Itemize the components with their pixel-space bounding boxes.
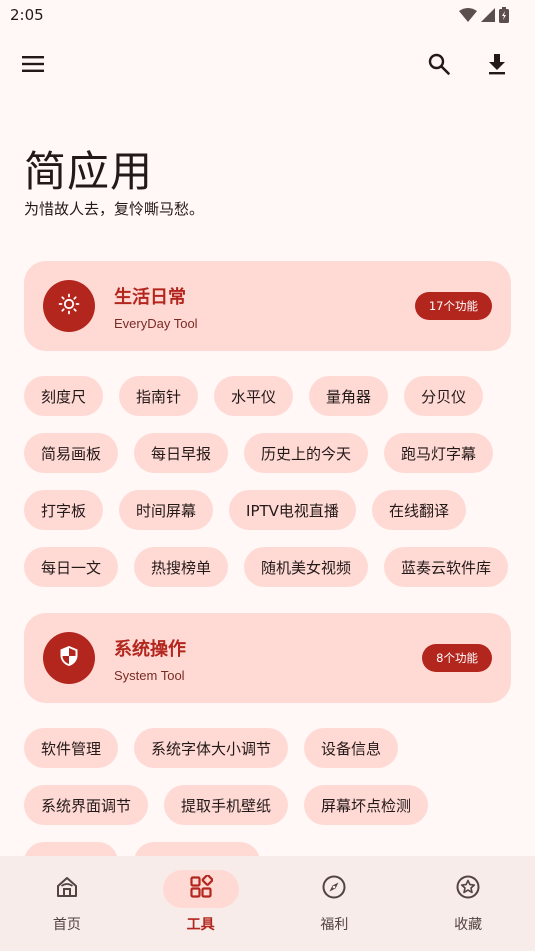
section-count-badge: 8个功能 bbox=[422, 644, 492, 672]
section-title: 系统操作 bbox=[114, 639, 186, 660]
chip-system-ui[interactable]: 系统界面调节 bbox=[24, 785, 149, 825]
menu-button[interactable] bbox=[15, 48, 51, 84]
chip-lanzou-library[interactable]: 蓝奏云软件库 bbox=[384, 547, 509, 587]
tool-list[interactable]: 生活日常 EveryDay Tool 17个功能 刻度尺 指南针 水平仪 量角器… bbox=[0, 240, 535, 856]
chip-sketchpad[interactable]: 简易画板 bbox=[24, 433, 119, 473]
nav-welfare[interactable]: 福利 bbox=[268, 856, 402, 951]
chip-dead-pixel-test[interactable]: 屏幕坏点检测 bbox=[304, 785, 429, 825]
section-subtitle: System Tool bbox=[114, 668, 185, 683]
status-icons bbox=[459, 7, 509, 23]
section-count-badge: 17个功能 bbox=[414, 292, 492, 320]
menu-icon bbox=[21, 55, 45, 77]
chip-protractor[interactable]: 量角器 bbox=[309, 376, 389, 416]
section-title: 生活日常 bbox=[114, 287, 186, 308]
download-button[interactable] bbox=[479, 48, 515, 84]
section-card-system[interactable]: 系统操作 System Tool 8个功能 bbox=[24, 613, 511, 703]
compass-icon bbox=[321, 874, 347, 904]
chip-level[interactable]: 水平仪 bbox=[214, 376, 294, 416]
chip-row: 每日一文 热搜榜单 随机美女视频 蓝奏云软件库 bbox=[24, 547, 509, 587]
star-icon bbox=[455, 874, 481, 904]
chip-daily-article[interactable]: 每日一文 bbox=[24, 547, 119, 587]
nav-label: 工具 bbox=[186, 917, 215, 933]
chip-typing-board[interactable]: 打字板 bbox=[24, 490, 104, 530]
search-icon bbox=[428, 53, 450, 79]
nav-indicator bbox=[29, 870, 105, 908]
search-button[interactable] bbox=[421, 48, 457, 84]
chip-row bbox=[24, 842, 260, 856]
nav-label: 首页 bbox=[52, 917, 81, 933]
nav-indicator bbox=[430, 870, 506, 908]
shield-icon bbox=[59, 645, 79, 671]
wifi-icon bbox=[459, 8, 477, 22]
chip-hot-search[interactable]: 热搜榜单 bbox=[134, 547, 229, 587]
page-title: 简应用 bbox=[24, 147, 154, 196]
chip-ruler[interactable]: 刻度尺 bbox=[24, 376, 104, 416]
sun-icon bbox=[58, 293, 80, 319]
nav-label: 收藏 bbox=[454, 917, 483, 933]
chip-daily-news[interactable]: 每日早报 bbox=[134, 433, 229, 473]
page-subtitle: 为惜故人去，复怜嘶马愁。 bbox=[24, 200, 205, 218]
chip-time-screen[interactable]: 时间屏幕 bbox=[119, 490, 214, 530]
chip-partial[interactable] bbox=[134, 842, 260, 856]
nav-favorites[interactable]: 收藏 bbox=[401, 856, 535, 951]
section-icon-everyday bbox=[43, 280, 95, 332]
battery-icon bbox=[499, 7, 509, 23]
grid-icon bbox=[189, 874, 214, 903]
chip-wallpaper-extract[interactable]: 提取手机壁纸 bbox=[164, 785, 289, 825]
chip-app-manager[interactable]: 软件管理 bbox=[24, 728, 119, 768]
chip-row: 系统界面调节 提取手机壁纸 屏幕坏点检测 bbox=[24, 785, 429, 825]
chip-iptv[interactable]: IPTV电视直播 bbox=[229, 490, 356, 530]
download-icon bbox=[487, 53, 507, 79]
chip-decibel-meter[interactable]: 分贝仪 bbox=[404, 376, 484, 416]
chip-font-size[interactable]: 系统字体大小调节 bbox=[134, 728, 289, 768]
chip-random-video[interactable]: 随机美女视频 bbox=[244, 547, 369, 587]
status-time: 2:05 bbox=[10, 6, 44, 24]
nav-indicator bbox=[296, 870, 372, 908]
nav-indicator bbox=[162, 870, 239, 908]
chip-device-info[interactable]: 设备信息 bbox=[304, 728, 399, 768]
chip-compass[interactable]: 指南针 bbox=[119, 376, 199, 416]
bottom-navigation: 首页 工具 福利 收藏 bbox=[0, 856, 535, 951]
chip-today-in-history[interactable]: 历史上的今天 bbox=[244, 433, 369, 473]
section-subtitle: EveryDay Tool bbox=[114, 316, 198, 331]
chip-row: 简易画板 每日早报 历史上的今天 跑马灯字幕 bbox=[24, 433, 494, 473]
status-bar: 2:05 bbox=[0, 0, 535, 30]
chip-row: 打字板 时间屏幕 IPTV电视直播 在线翻译 bbox=[24, 490, 466, 530]
top-app-bar bbox=[0, 40, 535, 92]
section-card-everyday[interactable]: 生活日常 EveryDay Tool 17个功能 bbox=[24, 261, 511, 351]
chip-marquee[interactable]: 跑马灯字幕 bbox=[384, 433, 494, 473]
chip-translate[interactable]: 在线翻译 bbox=[371, 490, 466, 530]
signal-icon bbox=[481, 8, 495, 22]
nav-tools[interactable]: 工具 bbox=[134, 856, 268, 951]
section-icon-system bbox=[43, 632, 95, 684]
chip-partial[interactable] bbox=[24, 842, 118, 856]
nav-label: 福利 bbox=[320, 917, 349, 933]
home-icon bbox=[54, 874, 80, 904]
nav-home[interactable]: 首页 bbox=[0, 856, 134, 951]
chip-row: 软件管理 系统字体大小调节 设备信息 bbox=[24, 728, 399, 768]
chip-row: 刻度尺 指南针 水平仪 量角器 分贝仪 bbox=[24, 376, 484, 416]
